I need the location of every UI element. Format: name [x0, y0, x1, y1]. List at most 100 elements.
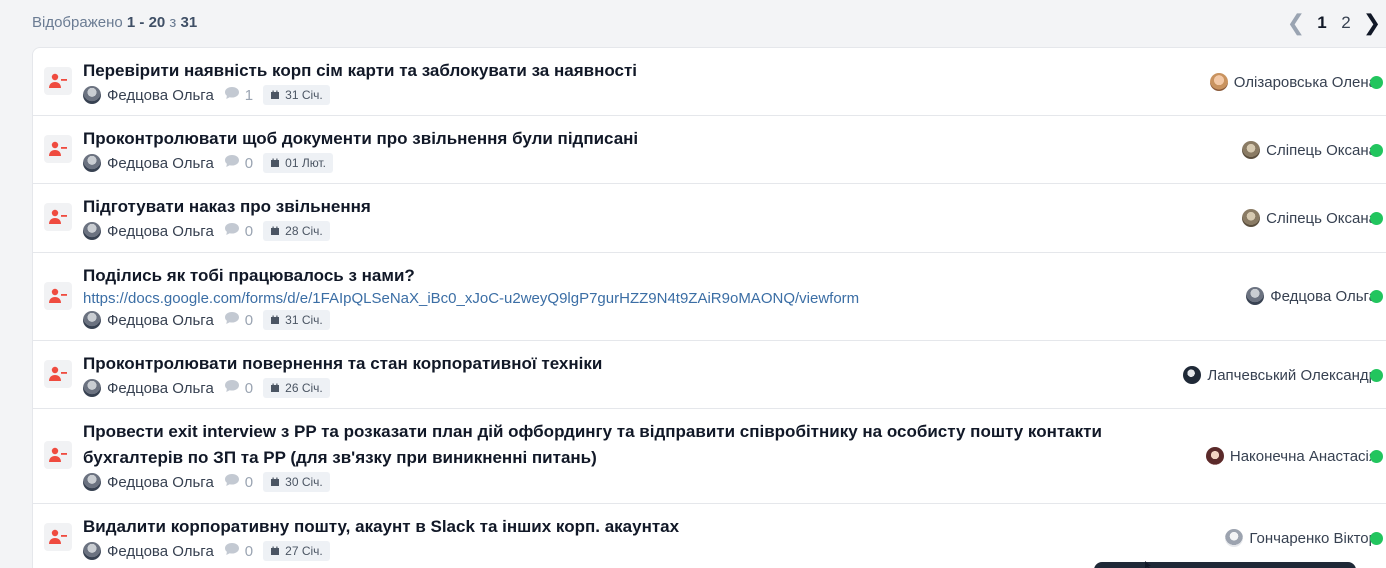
due-date-badge: 30 Січ. [263, 472, 330, 492]
task-title[interactable]: Перевірити наявність корп сім карти та з… [83, 58, 1163, 84]
user-remove-icon [44, 360, 72, 388]
results-range: 1 - 20 [126, 14, 166, 31]
task-assignee[interactable]: Сліпець Оксана [1242, 140, 1377, 160]
assignee-name: Федцова Ольга [1270, 287, 1377, 305]
task-row[interactable]: Перевірити наявність корп сім карти та з… [33, 48, 1386, 116]
comment-icon [224, 154, 240, 172]
author-avatar [83, 542, 101, 560]
calendar-icon [271, 477, 280, 486]
comment-count: 1 [244, 86, 254, 104]
task-assignee[interactable]: Наконечна Анастасія [1205, 446, 1377, 466]
task-assignee[interactable]: Олізаровська Олена [1209, 72, 1377, 92]
tooltip [1094, 562, 1356, 568]
results-total: 31 [180, 14, 198, 31]
assignee-avatar [1205, 447, 1224, 465]
due-date-badge: 26 Січ. [263, 378, 330, 398]
task-link[interactable]: https://docs.google.com/forms/d/e/1FAIpQ… [83, 290, 859, 308]
author-avatar [83, 222, 101, 240]
task-meta: Федцова Ольга 0 26 Січ. [83, 378, 330, 398]
user-remove-icon [44, 135, 72, 163]
task-meta: Федцова Ольга 0 01 Лют. [83, 153, 333, 173]
task-assignee[interactable]: Лапчевський Олександр [1183, 365, 1377, 385]
comment-icon [224, 222, 240, 240]
calendar-icon [271, 315, 280, 324]
task-title[interactable]: Підготувати наказ про звільнення [83, 194, 1163, 220]
comment-icon [224, 473, 240, 491]
results-summary: Відображено 1 - 20 з 31 [32, 14, 197, 31]
comment-count: 0 [244, 154, 254, 172]
chevron-right-icon[interactable]: ❯ [1358, 10, 1386, 36]
status-indicator [1370, 212, 1383, 225]
user-remove-icon [44, 67, 72, 95]
page-1-button[interactable]: 1 [1310, 10, 1334, 36]
comment-icon [224, 311, 240, 329]
comment-count: 0 [244, 542, 254, 560]
due-date-badge: 31 Січ. [263, 85, 330, 105]
task-list: Перевірити наявність корп сім карти та з… [32, 47, 1386, 568]
task-meta: Федцова Ольга 0 30 Січ. [83, 472, 330, 492]
status-indicator [1370, 290, 1383, 303]
task-author: Федцова Ольга [107, 542, 214, 560]
task-author: Федцова Ольга [107, 473, 214, 491]
task-title[interactable]: Видалити корпоративну пошту, акаунт в Sl… [83, 514, 1163, 540]
assignee-avatar [1242, 141, 1261, 159]
assignee-name: Олізаровська Олена [1233, 73, 1377, 91]
due-date: 26 Січ. [285, 381, 323, 395]
list-header: Відображено 1 - 20 з 31 ❮ 1 2 ❯ [0, 0, 1386, 46]
calendar-icon [271, 90, 280, 99]
due-date: 28 Січ. [285, 224, 323, 238]
user-remove-icon [44, 282, 72, 310]
calendar-icon [271, 546, 280, 555]
task-row[interactable]: Проконтролювати повернення та стан корпо… [33, 341, 1386, 409]
task-row[interactable]: Проконтролювати щоб документи про звільн… [33, 116, 1386, 184]
results-of: з [169, 14, 177, 31]
task-author: Федцова Ольга [107, 86, 214, 104]
task-title[interactable]: Проконтролювати щоб документи про звільн… [83, 126, 1163, 152]
page-2-button[interactable]: 2 [1334, 10, 1358, 36]
status-indicator [1370, 532, 1383, 545]
status-indicator [1370, 76, 1383, 89]
assignee-name: Наконечна Анастасія [1229, 447, 1377, 465]
pagination: ❮ 1 2 ❯ [1282, 10, 1386, 36]
chevron-left-icon[interactable]: ❮ [1282, 10, 1310, 36]
assignee-name: Сліпець Оксана [1266, 209, 1377, 227]
due-date-badge: 31 Січ. [263, 310, 330, 330]
task-assignee[interactable]: Федцова Ольга [1246, 286, 1377, 306]
task-assignee[interactable]: Сліпець Оксана [1242, 208, 1377, 228]
user-remove-icon [44, 203, 72, 231]
author-avatar [83, 473, 101, 491]
due-date: 30 Січ. [285, 475, 323, 489]
assignee-avatar [1246, 287, 1265, 305]
assignee-name: Лапчевський Олександр [1207, 366, 1377, 384]
task-row[interactable]: Поділись як тобі працювалось з нами? htt… [33, 253, 1386, 341]
task-meta: Федцова Ольга 0 27 Січ. [83, 541, 330, 561]
results-prefix: Відображено [32, 14, 123, 31]
comment-icon [224, 542, 240, 560]
comment-count: 0 [244, 222, 254, 240]
due-date: 31 Січ. [285, 88, 323, 102]
task-meta: Федцова Ольга 1 31 Січ. [83, 85, 330, 105]
due-date: 31 Січ. [285, 313, 323, 327]
task-row[interactable]: Підготувати наказ про звільнення Федцова… [33, 184, 1386, 253]
comment-icon [224, 379, 240, 397]
task-row[interactable]: Видалити корпоративну пошту, акаунт в Sl… [33, 504, 1386, 568]
task-title[interactable]: Проконтролювати повернення та стан корпо… [83, 351, 1163, 377]
calendar-icon [271, 158, 280, 167]
status-indicator [1370, 144, 1383, 157]
assignee-avatar [1225, 529, 1244, 547]
author-avatar [83, 311, 101, 329]
due-date-badge: 01 Лют. [263, 153, 333, 173]
comment-count: 0 [244, 379, 254, 397]
task-author: Федцова Ольга [107, 379, 214, 397]
user-remove-icon [44, 523, 72, 551]
due-date: 27 Січ. [285, 544, 323, 558]
author-avatar [83, 154, 101, 172]
task-row[interactable]: Провести exit interview з PP та розказат… [33, 409, 1386, 504]
task-title[interactable]: Провести exit interview з PP та розказат… [83, 419, 1163, 471]
task-assignee[interactable]: Гончаренко Віктор [1225, 528, 1377, 548]
assignee-avatar [1183, 366, 1202, 384]
mouse-cursor-icon [1145, 561, 1151, 568]
author-avatar [83, 86, 101, 104]
task-title[interactable]: Поділись як тобі працювалось з нами? [83, 263, 1163, 289]
assignee-avatar [1242, 209, 1261, 227]
